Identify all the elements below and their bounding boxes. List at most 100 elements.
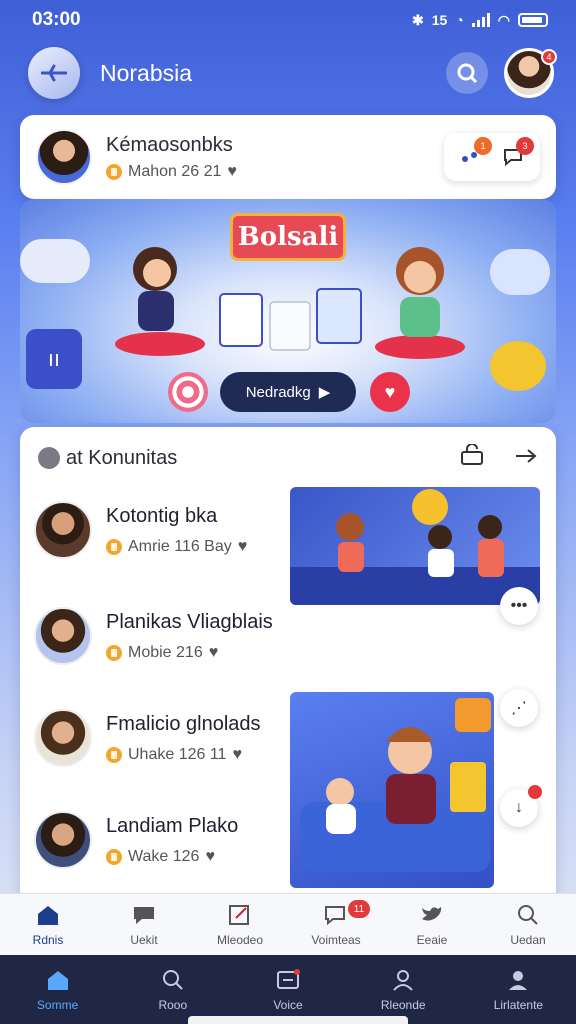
- home-icon: [47, 970, 68, 990]
- person-outline-icon: [393, 969, 413, 991]
- forward-arrow-button[interactable]: [514, 447, 538, 470]
- coin-icon: [106, 848, 122, 865]
- post-thumbnail[interactable]: [290, 692, 494, 888]
- main-tab-bar: Somme Rooo Voice Rleonde Lirlatente: [0, 955, 576, 1024]
- heart-icon: ♥: [232, 745, 242, 763]
- app-title: Norabsia: [100, 59, 193, 86]
- download-badge-icon: [528, 785, 542, 799]
- tab-share[interactable]: Eeaie: [384, 894, 480, 955]
- tab-label: Somme: [36, 997, 79, 1012]
- list-item[interactable]: Fmalicio glnolads Uhake 126 11 ♥: [34, 709, 261, 767]
- tab-label: Rdnis: [32, 932, 64, 947]
- share-button[interactable]: 1: [454, 137, 492, 173]
- coin-icon: [106, 644, 122, 661]
- tab-search[interactable]: Uedan: [480, 894, 576, 955]
- share-badge: 1: [474, 137, 492, 155]
- tab-profile-main[interactable]: Lirlatente: [461, 955, 576, 1024]
- heart-icon: ♥: [237, 537, 248, 555]
- tablets-illustration: [215, 284, 365, 359]
- tab-search-main[interactable]: Rooo: [115, 955, 230, 1024]
- tab-home-main[interactable]: Somme: [0, 955, 115, 1024]
- item-name: Fmalicio glnolads: [106, 712, 261, 735]
- lock-icon-button[interactable]: [460, 443, 484, 472]
- item-name: Landiam Plako: [106, 814, 239, 837]
- tab-label: Lirlatente: [493, 997, 544, 1012]
- tab-label: Mleodeo: [216, 932, 264, 947]
- signal-icon: [471, 13, 490, 27]
- tab-label: Rooo: [158, 997, 188, 1012]
- phone-badge-icon: ıı: [26, 329, 82, 389]
- tab-label: Rleonde: [380, 997, 426, 1012]
- list-item[interactable]: Landiam Plako Wake 126 ♥: [34, 811, 238, 869]
- tab-comments[interactable]: 11 Voimteas: [288, 894, 384, 955]
- tab-edit[interactable]: Mleodeo: [192, 894, 288, 955]
- tab-voice-main[interactable]: Voice: [230, 955, 345, 1024]
- search-icon: [518, 904, 538, 925]
- download-button[interactable]: ↓: [500, 785, 542, 827]
- search-button[interactable]: [446, 52, 488, 94]
- banner-cta-button[interactable]: Nedradkg ▶: [220, 372, 356, 412]
- feed-title: at Konunitas: [66, 446, 178, 469]
- avatar: [34, 709, 92, 767]
- tab-label: Uedan: [510, 932, 546, 947]
- avatar: [36, 129, 92, 185]
- post-thumbnail[interactable]: [290, 487, 540, 605]
- heart-icon: ♥: [205, 847, 215, 865]
- comments-badge: 11: [348, 900, 370, 918]
- tab-people-main[interactable]: Rleonde: [346, 955, 461, 1024]
- profile-name: Kémaosonbks: [106, 133, 233, 156]
- tab-home[interactable]: Rdnis: [0, 894, 96, 955]
- profile-actions: 1 3: [444, 133, 540, 181]
- girl-illustration: [110, 239, 210, 359]
- puzzle-cloud-icon: [490, 249, 550, 295]
- boy-illustration: [370, 239, 470, 364]
- item-meta-text: Uhake 126 11: [128, 745, 227, 763]
- user-icon: [38, 447, 60, 469]
- user-avatar[interactable]: 4: [504, 48, 557, 98]
- secondary-tab-bar: Rdnis Uekit Mleodeo 11 Voimteas Eeaie Ue…: [0, 893, 576, 955]
- profile-card[interactable]: Kémaosonbks Mahon 26 21 ♥ 1 3: [20, 115, 556, 199]
- list-item[interactable]: Planikas Vliagblais Mobie 216 ♥: [34, 607, 273, 665]
- search-icon: [162, 969, 183, 990]
- more-options-button[interactable]: ⋰: [500, 689, 538, 727]
- message-button[interactable]: 3: [496, 137, 534, 173]
- top-app-bar: Norabsia 4: [28, 46, 557, 100]
- wifi-icon: ◠: [497, 11, 510, 28]
- comment-icon: [325, 905, 345, 925]
- battery-icon: [518, 13, 548, 27]
- item-meta: Amrie 116 Bay ♥: [106, 538, 247, 556]
- hero-banner[interactable]: ıı Bolsali Nedradkg ▶ ♥: [20, 199, 556, 423]
- tab-chat[interactable]: Uekit: [96, 894, 192, 955]
- heart-circle-icon: ♥: [370, 372, 410, 412]
- avatar: [34, 811, 92, 869]
- item-name: Planikas Vliagblais: [106, 610, 273, 633]
- plane-icon: [41, 64, 67, 82]
- item-meta-text: Mobie 216: [128, 643, 203, 661]
- profile-meta: Mahon 26 21 ♥: [106, 163, 237, 181]
- home-indicator: [188, 1016, 408, 1024]
- status-icons: ✱ 15 ◔ ◠: [412, 12, 548, 29]
- swirl-icon: [168, 372, 208, 412]
- avatar: [34, 501, 92, 559]
- app-logo-icon[interactable]: [28, 47, 80, 99]
- more-options-button[interactable]: •••: [500, 587, 538, 625]
- kids-illustration: [290, 489, 540, 605]
- heart-icon: ♥: [208, 643, 219, 661]
- bluetooth-icon: ✱: [412, 11, 424, 28]
- item-meta: Wake 126 ♥: [106, 848, 238, 866]
- coin-icon: [106, 538, 122, 555]
- tab-label: Voice: [273, 997, 303, 1012]
- star-badge-icon: [490, 341, 546, 391]
- coin-icon: [106, 746, 122, 763]
- list-item[interactable]: Kotontig bka Amrie 116 Bay ♥: [34, 501, 247, 559]
- message-badge: 3: [516, 137, 534, 155]
- item-meta: Mobie 216 ♥: [106, 644, 273, 662]
- banner-cta-label: Nedradkg: [245, 383, 311, 401]
- item-meta: Uhake 126 11 ♥: [106, 746, 261, 764]
- avatar: [34, 607, 92, 665]
- item-name: Kotontig bka: [106, 504, 218, 527]
- chat-heart-icon: [134, 906, 154, 924]
- coin-icon: [106, 163, 122, 180]
- edit-icon: [229, 904, 249, 925]
- person-filled-icon: [509, 970, 528, 990]
